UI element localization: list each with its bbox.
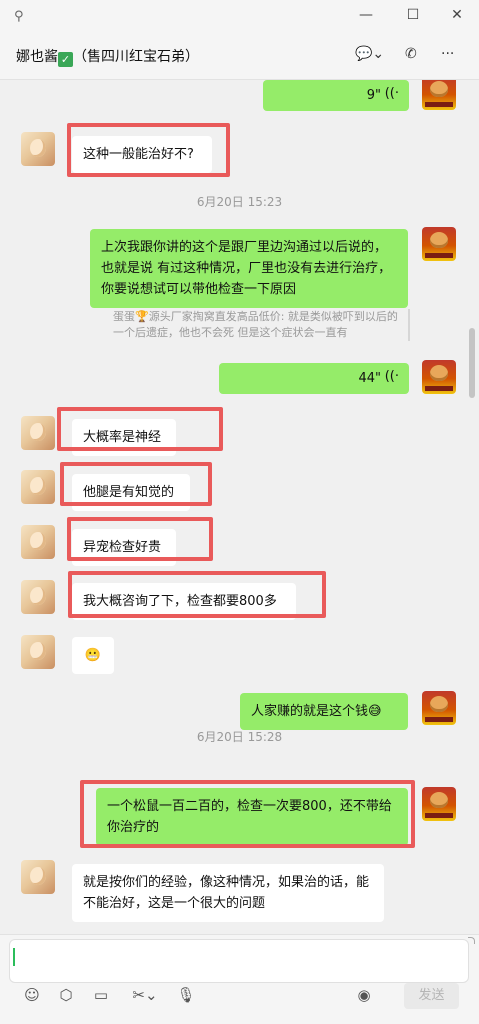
self-avatar[interactable]	[422, 227, 456, 261]
verified-icon: ✓	[58, 52, 73, 67]
more-icon[interactable]: ···	[441, 46, 454, 62]
self-avatar[interactable]	[422, 787, 456, 821]
timestamp: 6月20日 15:28	[196, 730, 283, 744]
message-bubble[interactable]: 大概率是神经	[72, 419, 176, 456]
contact-subtitle: （售四川红宝石弟）	[73, 49, 199, 65]
self-avatar[interactable]	[422, 360, 456, 394]
contact-avatar[interactable]	[21, 860, 55, 894]
message-bubble[interactable]: 我大概咨询了下，检查都要800多	[72, 583, 296, 620]
quoted-message[interactable]: 蛋蛋🏆源头厂家掏窝直发高品低价: 就是类似被吓到以后的一个后遗症，他也不会死 但…	[113, 309, 410, 341]
contact-avatar[interactable]	[21, 132, 55, 166]
message-bubble[interactable]: 😬	[72, 637, 114, 674]
maximize-icon[interactable]: ☐	[403, 7, 423, 23]
message-bubble[interactable]: 人家赚的就是这个钱😅	[240, 693, 408, 730]
message-bubble[interactable]: 一个松鼠一百二百的，检查一次要800，还不带给你治疗的	[96, 788, 408, 846]
message-bubble[interactable]: 就是按你们的经验，像这种情况，如果治的话，能不能治好，这是一个很大的问题	[72, 864, 384, 922]
voice-duration: 44"	[358, 371, 381, 386]
emoji-icon[interactable]: ☺	[22, 986, 42, 1004]
favorites-icon[interactable]: ⬡	[56, 986, 76, 1004]
close-icon[interactable]: ✕	[447, 7, 467, 23]
folder-icon[interactable]: ▭	[91, 986, 111, 1004]
send-button[interactable]: 发送	[404, 983, 459, 1009]
message-bubble[interactable]: 上次我跟你讲的这个是跟厂里边沟通过以后说的，也就是说 有过这种情况，厂里也没有去…	[90, 229, 408, 308]
minimize-icon[interactable]: —	[356, 7, 376, 23]
microphone-icon[interactable]: 🎙	[176, 986, 196, 1004]
voice-duration: 9"	[366, 88, 381, 103]
composer: ☺ ⬡ ▭ ✂⌄ 🎙 ◉ 发送	[0, 934, 479, 1024]
voice-wave-icon: ((·	[384, 86, 399, 101]
message-bubble[interactable]: 他腿是有知觉的	[72, 474, 190, 511]
message-list[interactable]: 9" ((· 这种一般能治好不? 6月20日 15:23 上次我跟你讲的这个是跟…	[0, 80, 479, 934]
text-caret	[13, 948, 15, 966]
contact-avatar[interactable]	[21, 580, 55, 614]
pin-icon[interactable]: ⚲	[14, 9, 24, 24]
voice-input-icon[interactable]: ◉	[354, 986, 374, 1004]
chat-bubble-icon[interactable]: 💬⌄	[355, 46, 384, 62]
contact-avatar[interactable]	[21, 525, 55, 559]
voice-message[interactable]: 44" ((·	[219, 363, 409, 394]
self-avatar[interactable]	[422, 691, 456, 725]
chat-header: 娜也酱 ✓ （售四川红宝石弟） 💬⌄ ✆ ···	[0, 34, 479, 80]
contact-name: 娜也酱	[16, 49, 58, 65]
message-bubble[interactable]: 异宠检查好贵	[72, 529, 176, 566]
message-bubble[interactable]: 这种一般能治好不?	[72, 136, 212, 173]
self-avatar[interactable]	[422, 80, 456, 110]
contact-avatar[interactable]	[21, 635, 55, 669]
scissors-icon[interactable]: ✂⌄	[128, 986, 162, 1004]
message-input[interactable]	[9, 939, 469, 983]
voice-wave-icon: ((·	[384, 369, 399, 384]
scrollbar[interactable]	[469, 328, 475, 398]
voice-message[interactable]: 9" ((·	[263, 80, 409, 111]
resize-handle-icon[interactable]	[468, 937, 475, 944]
contact-avatar[interactable]	[21, 470, 55, 504]
chat-title: 娜也酱 ✓ （售四川红宝石弟）	[16, 46, 199, 67]
timestamp: 6月20日 15:23	[196, 195, 283, 209]
call-icon[interactable]: ✆	[405, 46, 417, 62]
window-titlebar: ⚲ — ☐ ✕	[0, 0, 479, 34]
contact-avatar[interactable]	[21, 416, 55, 450]
